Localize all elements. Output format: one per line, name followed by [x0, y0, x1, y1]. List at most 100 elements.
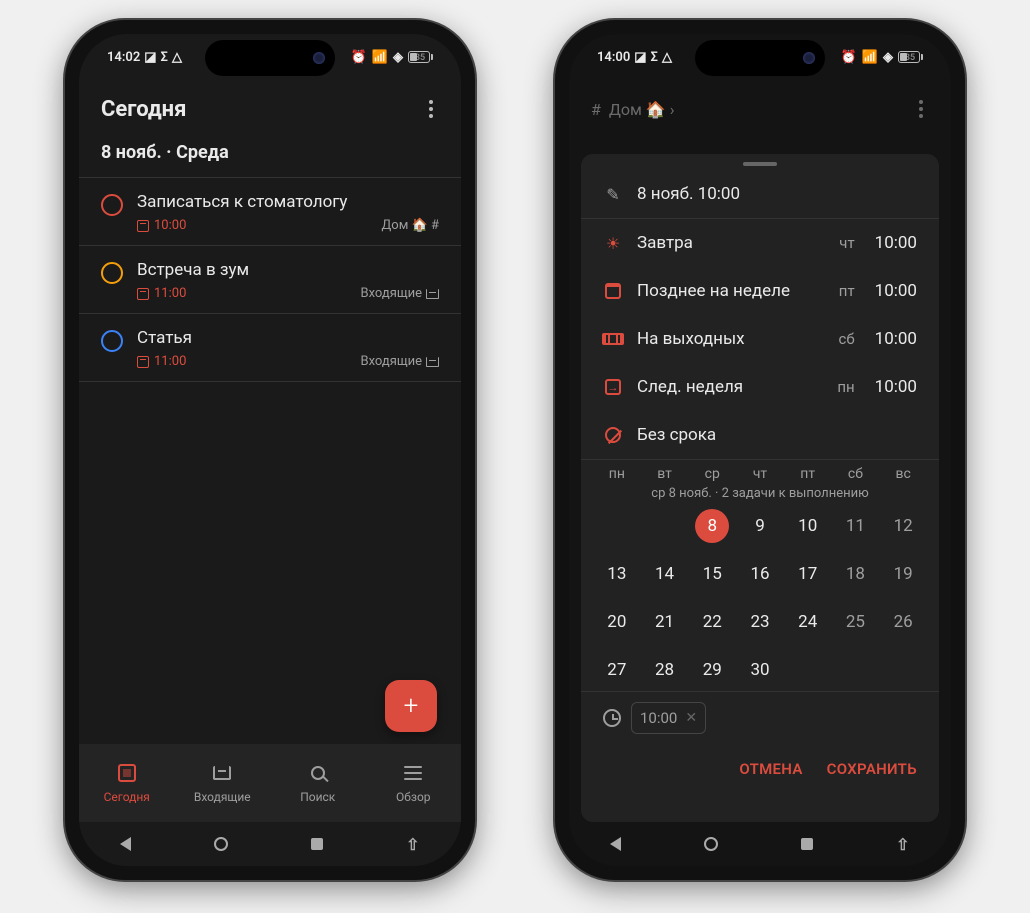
- bottom-nav: Сегодня Входящие Поиск Обзор: [79, 744, 461, 822]
- option-label: Позднее на неделе: [637, 281, 825, 301]
- calendar-icon: [137, 356, 149, 368]
- phone-left: 14:02 ◪ Σ △ ⏰ 📶 ◈ 35 Сегодня 8 нояб. · С…: [65, 20, 475, 880]
- nav-today[interactable]: Сегодня: [79, 744, 175, 822]
- calendar-day[interactable]: 11: [832, 509, 880, 543]
- task-time: 10:00: [137, 218, 186, 233]
- more-menu-button[interactable]: [423, 94, 439, 124]
- nav-search[interactable]: Поиск: [270, 744, 366, 822]
- calendar-grid: 89101112 13141516171819 20212223242526 2728…: [581, 509, 939, 691]
- task-row[interactable]: Записаться к стоматологу 10:00 Дом 🏠 #: [79, 178, 461, 246]
- calendar-day[interactable]: 29: [688, 653, 736, 687]
- calendar-day[interactable]: 24: [784, 605, 832, 639]
- wifi-icon: ◈: [393, 50, 403, 65]
- task-checkbox[interactable]: [101, 330, 123, 352]
- clear-time-button[interactable]: ✕: [685, 710, 697, 726]
- nav-label: Сегодня: [104, 790, 150, 804]
- calendar-day[interactable]: 16: [736, 557, 784, 591]
- task-project[interactable]: Дом 🏠 #: [382, 218, 439, 233]
- notch: [695, 40, 825, 76]
- sys-accessibility-button[interactable]: ⇧: [896, 835, 909, 854]
- nav-inbox[interactable]: Входящие: [175, 744, 271, 822]
- sys-home-button[interactable]: [214, 837, 228, 851]
- phone-right: 14:00 ◪ Σ △ ⏰ 📶 ◈ 35 # Дом 🏠 › ✎: [555, 20, 965, 880]
- option-time: 10:00: [875, 329, 917, 349]
- calendar-icon: [603, 281, 623, 301]
- task-row[interactable]: Статья 11:00 Входящие: [79, 314, 461, 382]
- calendar-day[interactable]: 12: [879, 509, 927, 543]
- calendar-day: [641, 509, 689, 543]
- calendar-day[interactable]: 25: [832, 605, 880, 639]
- sys-accessibility-button[interactable]: ⇧: [406, 835, 419, 854]
- drag-handle[interactable]: [743, 162, 777, 166]
- option-day: чт: [839, 234, 854, 252]
- calendar-day[interactable]: 9: [736, 509, 784, 543]
- calendar-icon: [137, 220, 149, 232]
- time-chip[interactable]: 10:00 ✕: [631, 702, 706, 734]
- sun-icon: ☀: [603, 233, 623, 253]
- sys-back-button[interactable]: [120, 837, 131, 851]
- calendar-day[interactable]: 15: [688, 557, 736, 591]
- calendar-day[interactable]: 26: [879, 605, 927, 639]
- status-time: 14:02: [107, 50, 140, 65]
- calendar-day[interactable]: 30: [736, 653, 784, 687]
- add-task-button[interactable]: +: [385, 680, 437, 732]
- calendar-day[interactable]: 18: [832, 557, 880, 591]
- alarm-icon: ⏰: [351, 50, 367, 65]
- calendar-day[interactable]: 17: [784, 557, 832, 591]
- page-title: Сегодня: [101, 97, 186, 122]
- calendar-day[interactable]: 10: [784, 509, 832, 543]
- save-button[interactable]: СОХРАНИТЬ: [827, 760, 917, 778]
- search-icon: [311, 766, 325, 780]
- sys-recent-button[interactable]: [801, 838, 813, 850]
- calendar-day[interactable]: 28: [641, 653, 689, 687]
- option-day: пн: [837, 378, 854, 396]
- system-nav: ⇧: [569, 822, 951, 866]
- option-day: сб: [839, 330, 855, 348]
- option-day: пт: [839, 282, 855, 300]
- cancel-button[interactable]: ОТМЕНА: [739, 760, 802, 778]
- task-project[interactable]: Входящие: [360, 354, 439, 369]
- selected-datetime: 8 нояб. 10:00: [637, 184, 917, 204]
- option-time: 10:00: [875, 281, 917, 301]
- sys-back-button[interactable]: [610, 837, 621, 851]
- inbox-icon: [426, 289, 439, 299]
- calendar-day[interactable]: 19: [879, 557, 927, 591]
- notif-icon: ◪: [634, 50, 646, 65]
- task-time: 11:00: [137, 286, 186, 301]
- option-later-week[interactable]: Позднее на неделе пт 10:00: [581, 267, 939, 315]
- more-menu-button[interactable]: [913, 94, 929, 124]
- calendar-day: [784, 653, 832, 687]
- notif-icon: Σ: [161, 50, 168, 65]
- calendar-day[interactable]: 22: [688, 605, 736, 639]
- option-weekend[interactable]: На выходных сб 10:00: [581, 315, 939, 363]
- option-label: Завтра: [637, 233, 825, 253]
- sys-recent-button[interactable]: [311, 838, 323, 850]
- signal-icon: 📶: [372, 50, 388, 65]
- nav-overview[interactable]: Обзор: [366, 744, 462, 822]
- task-project[interactable]: Входящие: [360, 286, 439, 301]
- calendar-day[interactable]: 20: [593, 605, 641, 639]
- task-checkbox[interactable]: [101, 262, 123, 284]
- calendar-day[interactable]: 14: [641, 557, 689, 591]
- task-title: Записаться к стоматологу: [137, 192, 439, 212]
- calendar-day: [879, 653, 927, 687]
- inbox-icon: [213, 766, 231, 780]
- hash-icon: #: [591, 100, 601, 119]
- sofa-icon: [603, 329, 623, 349]
- option-next-week[interactable]: След. неделя пн 10:00: [581, 363, 939, 411]
- calendar-day[interactable]: 21: [641, 605, 689, 639]
- option-no-date[interactable]: Без срока: [581, 411, 939, 459]
- calendar-day[interactable]: 8: [695, 509, 729, 543]
- calendar-day[interactable]: 27: [593, 653, 641, 687]
- sys-home-button[interactable]: [704, 837, 718, 851]
- calendar-day[interactable]: 13: [593, 557, 641, 591]
- edit-date-row[interactable]: ✎ 8 нояб. 10:00: [581, 170, 939, 218]
- task-row[interactable]: Встреча в зум 11:00 Входящие: [79, 246, 461, 314]
- task-checkbox[interactable]: [101, 194, 123, 216]
- task-title: Статья: [137, 328, 439, 348]
- calendar-day[interactable]: 23: [736, 605, 784, 639]
- pencil-icon: ✎: [603, 184, 623, 204]
- calendar-icon: [137, 288, 149, 300]
- option-tomorrow[interactable]: ☀ Завтра чт 10:00: [581, 219, 939, 267]
- breadcrumb-project[interactable]: Дом 🏠 ›: [609, 100, 905, 119]
